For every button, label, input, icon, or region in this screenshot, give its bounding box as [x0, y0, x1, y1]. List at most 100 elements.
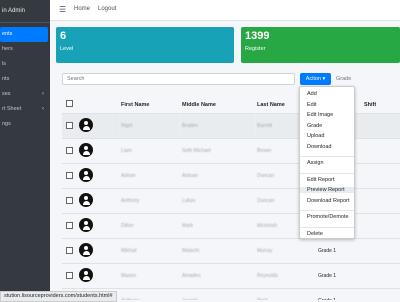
checkbox-icon[interactable] [66, 100, 73, 107]
row-checkbox-cell[interactable] [62, 138, 75, 164]
info-box-level: 6 Level [56, 27, 234, 63]
dropdown-item[interactable]: Grade [307, 123, 322, 129]
column-header-first-name[interactable]: First Name [119, 96, 180, 114]
first-name-cell: Mason [119, 263, 180, 289]
sidebar-item-label: hers [2, 46, 13, 52]
grade-cell: Grade 1 [316, 238, 362, 264]
top-navbar: ☰ Home Logout [50, 0, 400, 21]
info-box-register: 1399 Register [241, 27, 400, 63]
first-name-cell: Nigel [119, 113, 180, 139]
row-checkbox-cell[interactable] [62, 113, 75, 139]
dropdown-item[interactable]: Preview Report [300, 187, 354, 193]
shift-cell [362, 263, 400, 289]
last-name-cell: Reynolds [255, 263, 316, 289]
sidebar-item[interactable]: ses ‹ [0, 87, 50, 102]
avatar-cell [75, 113, 119, 139]
status-bar-url: stution.lisourceproviders.com/students.h… [0, 291, 117, 302]
table-row[interactable]: Mason Amadeo Reynolds Grade 1 [62, 263, 400, 289]
chevron-left-icon: ‹ [42, 106, 44, 112]
select-all-header[interactable] [62, 96, 75, 114]
dropdown-item[interactable]: Assign [307, 160, 324, 166]
caret-down-icon: ▾ [322, 76, 326, 82]
sidebar-item[interactable]: ls [0, 57, 50, 72]
search-placeholder: Search [67, 76, 85, 82]
row-checkbox-cell[interactable] [62, 188, 75, 214]
dropdown-item[interactable]: Delete [307, 231, 323, 237]
checkbox-icon[interactable] [66, 146, 73, 154]
info-box-value: 1399 [245, 30, 270, 42]
sidebar-item-label: ents [2, 31, 13, 37]
shift-cell [362, 288, 400, 300]
sidebar-item-label: ngs [2, 121, 11, 127]
avatar-icon [79, 218, 93, 232]
first-name-cell: Anthony [119, 288, 180, 300]
avatar-icon [79, 268, 93, 282]
sidebar-item[interactable]: ents [0, 27, 48, 42]
checkbox-icon[interactable] [66, 221, 73, 229]
search-input[interactable]: Search [62, 73, 295, 85]
grade-filter[interactable]: Grade [336, 76, 351, 82]
shift-cell [362, 138, 400, 164]
first-name-cell: Mikhail [119, 238, 180, 264]
checkbox-icon[interactable] [66, 171, 73, 179]
dropdown-item[interactable]: Upload [307, 133, 324, 139]
row-checkbox-cell[interactable] [62, 213, 75, 239]
logout-link[interactable]: Logout [98, 6, 116, 12]
avatar-cell [75, 238, 119, 264]
row-checkbox-cell[interactable] [62, 163, 75, 189]
action-dropdown-menu: Add Edit Edit Image Grade Upload Download Assi… [299, 86, 355, 239]
middle-name-cell: Amadeo [180, 263, 255, 289]
sidebar-item-label: rt Sheet [2, 106, 22, 112]
checkbox-icon[interactable] [66, 121, 73, 129]
grade-cell: Grade 1 [316, 263, 362, 289]
avatar-icon [79, 243, 93, 257]
sidebar: in Admin ents hers ls nts ses ‹ rt Sheet ‹ ngs [0, 0, 50, 300]
first-name-cell: Anthony [119, 188, 180, 214]
dropdown-divider [300, 210, 354, 211]
shift-cell [362, 163, 400, 189]
sidebar-item[interactable]: hers [0, 42, 50, 57]
middle-name-cell: Mark [180, 213, 255, 239]
dropdown-item[interactable]: Promote/Demote [307, 214, 349, 220]
sidebar-item[interactable]: rt Sheet ‹ [0, 102, 50, 117]
sidebar-item[interactable]: ngs [0, 117, 50, 132]
avatar-cell [75, 138, 119, 164]
home-link[interactable]: Home [74, 6, 90, 12]
dropdown-item[interactable]: Add [307, 91, 317, 97]
sidebar-item[interactable]: nts [0, 72, 50, 87]
dropdown-item[interactable]: Download [307, 144, 331, 150]
checkbox-icon[interactable] [66, 246, 73, 254]
chevron-left-icon: ‹ [42, 91, 44, 97]
avatar-cell [75, 163, 119, 189]
dropdown-item[interactable]: Download Report [307, 198, 350, 204]
dropdown-item[interactable]: Edit [307, 102, 316, 108]
action-dropdown-button[interactable]: Action ▾ [300, 73, 331, 85]
avatar-cell [75, 188, 119, 214]
avatar-icon [79, 168, 93, 182]
last-name-cell: Reid [255, 288, 316, 300]
checkbox-icon[interactable] [66, 271, 73, 279]
shift-cell [362, 213, 400, 239]
dropdown-item[interactable]: Edit Report [307, 177, 335, 183]
action-label: Action [305, 76, 321, 82]
first-name-cell: Dillon [119, 213, 180, 239]
column-header-shift[interactable]: Shift [362, 96, 400, 114]
grade-cell: Grade 1 [316, 288, 362, 300]
avatar-cell [75, 263, 119, 289]
row-checkbox-cell[interactable] [62, 263, 75, 289]
dropdown-item[interactable]: Edit Image [307, 112, 333, 118]
shift-cell [362, 113, 400, 139]
info-box-value: 6 [60, 30, 67, 42]
checkbox-icon[interactable] [66, 196, 73, 204]
column-header-middle-name[interactable]: Middle Name [180, 96, 255, 114]
middle-name-cell: Antoan [180, 163, 255, 189]
menu-icon[interactable]: ☰ [59, 5, 66, 14]
sidebar-brand[interactable]: in Admin [0, 0, 50, 23]
dropdown-divider [300, 226, 354, 228]
shift-cell [362, 188, 400, 214]
dropdown-divider [300, 172, 354, 174]
row-checkbox-cell[interactable] [62, 238, 75, 264]
table-row[interactable]: Mikhail Malachi Murray Grade 1 [62, 238, 400, 264]
first-name-cell: Adrian [119, 163, 180, 189]
sidebar-item-label: ses [2, 91, 11, 97]
